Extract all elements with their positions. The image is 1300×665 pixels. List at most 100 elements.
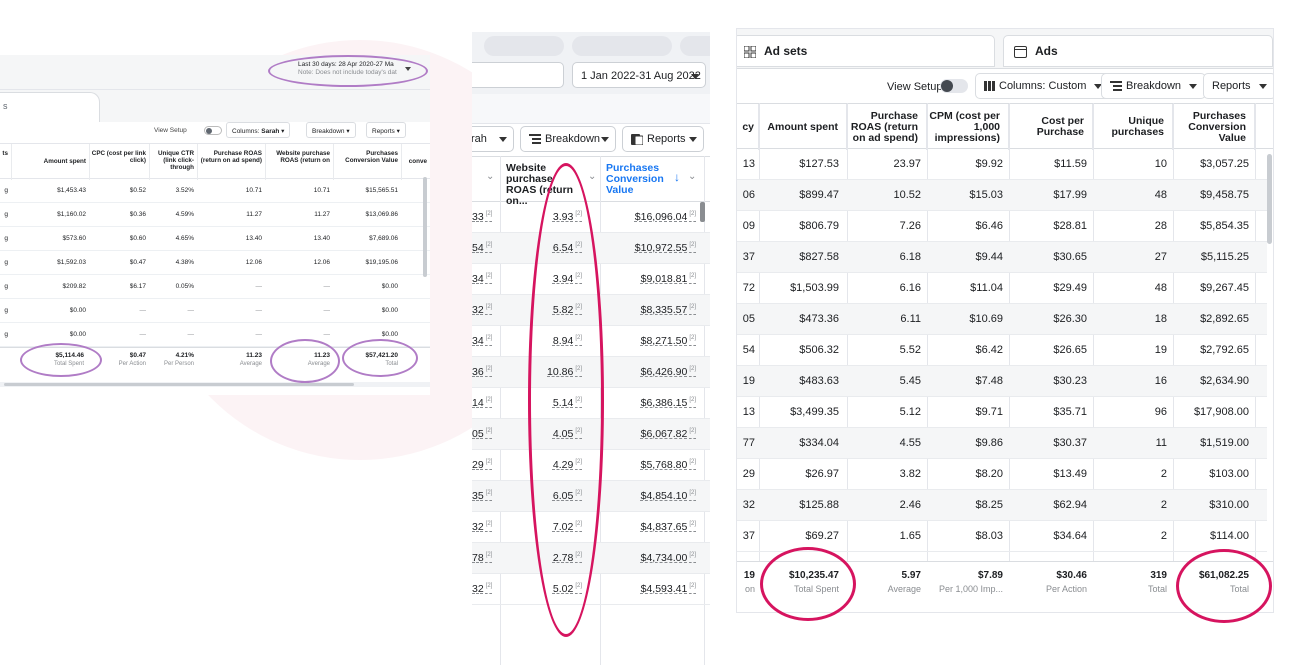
cell-partial-value: 32	[472, 521, 484, 533]
table-row[interactable]: g $0.00 — — — — $0.00	[0, 323, 430, 347]
breakdown-button[interactable]: Breakdown ▾	[306, 122, 356, 138]
table-row[interactable]: 34 [2] 8.94 [2] $8,271.50 [2]	[472, 326, 710, 357]
table-row[interactable]: 37 $827.58 6.18 $9.44 $30.65 27 $5,115.25	[737, 242, 1267, 273]
breakdown-button[interactable]: Breakdown	[520, 126, 616, 152]
tab-campaigns[interactable]: s	[0, 92, 100, 122]
table-row[interactable]: g $1,592.03 $0.47 4.38% 12.06 12.06 $19,…	[0, 251, 430, 275]
reports-button[interactable]: Reports	[1203, 73, 1273, 99]
breakdown-button[interactable]: Breakdown	[1101, 73, 1207, 99]
column-header-purchase-roas[interactable]: Purchase ROAS (return on ad spend)	[198, 144, 266, 180]
table-row[interactable]: 32 [2] 7.02 [2] $4,837.65 [2]	[472, 512, 710, 543]
table-row[interactable]: 34 [2] 3.94 [2] $9,018.81 [2]	[472, 264, 710, 295]
table-row[interactable]: g $1,453.43 $0.52 3.52% 10.71 10.71 $15,…	[0, 179, 430, 203]
sort-icon[interactable]: ⌄	[688, 171, 696, 182]
columns-button[interactable]: rah	[472, 126, 514, 152]
column-header-purchase-roas[interactable]: Purchase ROAS (return on ad spend)	[847, 104, 927, 150]
sort-icon[interactable]: ⌄	[588, 171, 596, 182]
cell-pcv: $7,689.06	[369, 235, 398, 242]
column-header-unique-ctr[interactable]: Unique CTR (link click-through	[150, 144, 198, 180]
cell-partial-value: 05	[472, 428, 484, 440]
table-row[interactable]: 77 $334.04 4.55 $9.86 $30.37 11 $1,519.00	[737, 428, 1267, 459]
table-row[interactable]: 54 $506.32 5.52 $6.42 $26.65 19 $2,792.65	[737, 335, 1267, 366]
column-header-amount-spent[interactable]: Amount spent	[759, 104, 847, 150]
cell-name: g	[4, 211, 8, 218]
cell-website-roas: 3.93 [2]	[502, 211, 582, 223]
table-row[interactable]: g $573.60 $0.60 4.65% 13.40 13.40 $7,689…	[0, 227, 430, 251]
tab-ads[interactable]: Ads	[1003, 35, 1273, 67]
info-icon: [2]	[689, 304, 696, 310]
column-header-pcv[interactable]: Purchases Conversion Value	[606, 163, 666, 196]
top-button[interactable]	[680, 36, 710, 56]
table-row[interactable]: g $209.82 $6.17 0.05% — — $0.00	[0, 275, 430, 299]
columns-button[interactable]: Columns: Sarah ▾	[226, 122, 291, 138]
table-row[interactable]: 14 [2] 5.14 [2] $6,386.15 [2]	[472, 388, 710, 419]
column-header-conversions[interactable]: conve	[402, 144, 430, 180]
top-button[interactable]	[572, 36, 672, 56]
sort-icon[interactable]: ⌄	[486, 171, 494, 182]
table-row[interactable]: 29 $26.97 3.82 $8.20 $13.49 2 $103.00	[737, 459, 1267, 490]
column-header-cpm[interactable]: CPM (cost per 1,000 impressions)	[927, 104, 1009, 150]
table-row[interactable]: 54 [2] 6.54 [2] $10,972.55 [2]	[472, 233, 710, 264]
table-row[interactable]: 78 [2] 2.78 [2] $4,734.00 [2]	[472, 543, 710, 574]
toggle-icon[interactable]	[940, 79, 968, 93]
column-header-website-roas[interactable]: Website purchase ROAS (return on...	[506, 163, 584, 207]
cell-amount-spent: $1,592.03	[57, 259, 86, 266]
column-header-pcv[interactable]: Purchases Conversion Value	[334, 144, 402, 180]
cell-partial: 78 [2]	[472, 552, 492, 564]
filter-bar	[472, 94, 710, 124]
cell-unique-purchases: 10	[1154, 158, 1167, 170]
column-header-pcv[interactable]: Purchases Conversion Value	[1173, 104, 1255, 150]
ads-manager-panel-2: 1 Jan 2022-31 Aug 2022 rah Breakdown Rep…	[472, 32, 710, 665]
horizontal-scrollbar[interactable]	[4, 383, 354, 386]
column-header[interactable]: ts	[0, 144, 12, 180]
tab-ad-sets[interactable]: Ad sets	[737, 35, 995, 67]
date-range-picker[interactable]: 1 Jan 2022-31 Aug 2022	[572, 62, 706, 88]
table-row[interactable]: 19 $483.63 5.45 $7.48 $30.23 16 $2,634.90	[737, 366, 1267, 397]
table-row[interactable]: 36 [2] 10.86 [2] $6,426.90 [2]	[472, 357, 710, 388]
table-row[interactable]: 33 [2] 3.93 [2] $16,096.04 [2]	[472, 202, 710, 233]
top-button[interactable]	[484, 36, 564, 56]
table-row[interactable]: 35 [2] 6.05 [2] $4,854.10 [2]	[472, 481, 710, 512]
search-input[interactable]	[472, 62, 564, 88]
vertical-scrollbar[interactable]	[423, 177, 427, 277]
toggle-icon[interactable]	[204, 126, 222, 135]
table-row[interactable]: 37 $69.27 1.65 $8.03 $34.64 2 $114.00	[737, 521, 1267, 552]
table-row[interactable]: 09 $806.79 7.26 $6.46 $28.81 28 $5,854.35	[737, 211, 1267, 242]
caret-down-icon	[691, 74, 699, 79]
cell-partial: 09	[742, 220, 755, 232]
table-row[interactable]: 06 $899.47 10.52 $15.03 $17.99 48 $9,458.75	[737, 180, 1267, 211]
breakdown-icon	[529, 134, 541, 145]
table-row[interactable]: 29 [2] 4.29 [2] $5,768.80 [2]	[472, 450, 710, 481]
table-row[interactable]: 05 [2] 4.05 [2] $6,067.82 [2]	[472, 419, 710, 450]
table-row[interactable]: 72 $1,503.99 6.16 $11.04 $29.49 48 $9,267.45	[737, 273, 1267, 304]
cell-pcv-value: $10,972.55	[634, 242, 688, 254]
table-row[interactable]: 32 [2] 5.02 [2] $4,593.41 [2]	[472, 574, 710, 605]
column-header-cost-per-purchase[interactable]: Cost per Purchase	[1009, 104, 1093, 150]
column-header-website-roas[interactable]: Website purchase ROAS (return on	[266, 144, 334, 180]
column-header-amount-spent[interactable]: Amount spent	[12, 144, 90, 180]
table-row[interactable]: 32 [2] 5.82 [2] $8,335.57 [2]	[472, 295, 710, 326]
vertical-scrollbar[interactable]	[1267, 154, 1272, 244]
column-header-unique-purchases[interactable]: Unique purchases	[1093, 104, 1173, 150]
cell-pcv: $6,426.90 [2]	[602, 366, 696, 378]
table-row[interactable]: 13 $3,499.35 5.12 $9.71 $35.71 96 $17,908.00	[737, 397, 1267, 428]
column-header[interactable]: cy	[737, 104, 759, 150]
table-row[interactable]: g $0.00 — — — — $0.00	[0, 299, 430, 323]
columns-button[interactable]: Columns: Custom	[975, 73, 1112, 99]
table-row[interactable]: 05 $473.36 6.11 $10.69 $26.30 18 $2,892.65	[737, 304, 1267, 335]
sort-desc-icon[interactable]: ↓	[674, 170, 680, 184]
reports-button[interactable]: Reports	[622, 126, 704, 152]
reports-button[interactable]: Reports ▾	[366, 122, 406, 138]
table-row[interactable]: 32 $125.88 2.46 $8.25 $62.94 2 $310.00	[737, 490, 1267, 521]
table-row[interactable]: 13 $127.53 23.97 $9.92 $11.59 10 $3,057.25	[737, 149, 1267, 180]
total-purchase-roas-label: Average	[887, 584, 921, 594]
table-row[interactable]: g $1,160.02 $0.36 4.59% 11.27 11.27 $13,…	[0, 203, 430, 227]
cell-cpc: $0.60	[129, 235, 146, 242]
tab-label: Ads	[1035, 44, 1058, 58]
date-range-picker[interactable]: Last 30 days: 28 Apr 2020-27 Ma Note: Do…	[298, 61, 408, 77]
info-icon: [2]	[575, 583, 582, 589]
cell-unique-ctr: 3.52%	[175, 187, 194, 194]
cell-pcv: $5,115.25	[1200, 251, 1249, 263]
column-header-cpc[interactable]: CPC (cost per link click)	[90, 144, 150, 180]
caret-down-icon[interactable]	[405, 67, 411, 71]
